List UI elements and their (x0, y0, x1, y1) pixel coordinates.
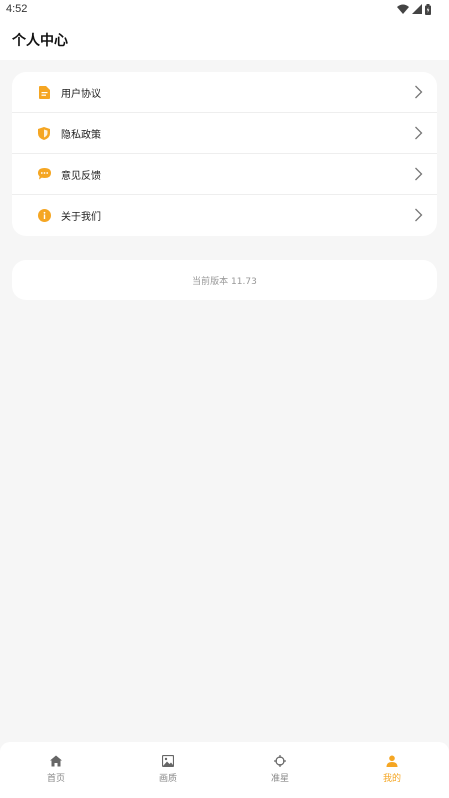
page-title: 个人中心 (12, 33, 68, 49)
crosshair-icon (274, 755, 286, 767)
chevron-right-icon (415, 126, 423, 140)
tab-label: 画质 (158, 774, 177, 784)
status-icons (397, 3, 431, 15)
menu-item-label: 意见反馈 (61, 171, 101, 182)
menu-item-label: 用户协议 (61, 89, 101, 100)
chevron-right-icon (415, 208, 423, 222)
home-icon (50, 755, 62, 767)
menu-item-privacy-policy[interactable]: 隐私政策 (12, 113, 437, 154)
tab-label: 准星 (270, 774, 289, 784)
document-icon (37, 85, 51, 99)
cell-signal-icon (412, 4, 422, 14)
tab-home[interactable]: 首页 (0, 742, 112, 798)
info-icon (37, 208, 51, 222)
image-icon (162, 755, 174, 767)
battery-icon (425, 3, 431, 15)
menu-item-label: 隐私政策 (61, 130, 101, 141)
status-bar: 4:52 (0, 0, 449, 20)
menu-card: 用户协议 隐私政策 意见反馈 关于我们 (12, 72, 437, 236)
bottom-tab-bar: 首页 画质 准星 我的 (0, 742, 449, 798)
header: 个人中心 (0, 20, 449, 60)
user-icon (386, 755, 398, 767)
wifi-icon (397, 4, 409, 14)
status-time: 4:52 (6, 3, 28, 15)
version-text: 当前版本 11.73 (192, 277, 257, 287)
menu-item-label: 关于我们 (61, 212, 101, 223)
tab-crosshair[interactable]: 准星 (224, 742, 336, 798)
chat-bubble-icon (37, 167, 51, 181)
shield-icon (37, 126, 51, 140)
tab-quality[interactable]: 画质 (112, 742, 224, 798)
tab-label: 我的 (382, 774, 401, 784)
menu-item-feedback[interactable]: 意见反馈 (12, 154, 437, 195)
tab-label: 首页 (46, 774, 65, 784)
menu-item-about-us[interactable]: 关于我们 (12, 195, 437, 236)
tab-mine[interactable]: 我的 (336, 742, 448, 798)
version-card: 当前版本 11.73 (12, 260, 437, 300)
chevron-right-icon (415, 167, 423, 181)
menu-item-user-agreement[interactable]: 用户协议 (12, 72, 437, 113)
chevron-right-icon (415, 85, 423, 99)
